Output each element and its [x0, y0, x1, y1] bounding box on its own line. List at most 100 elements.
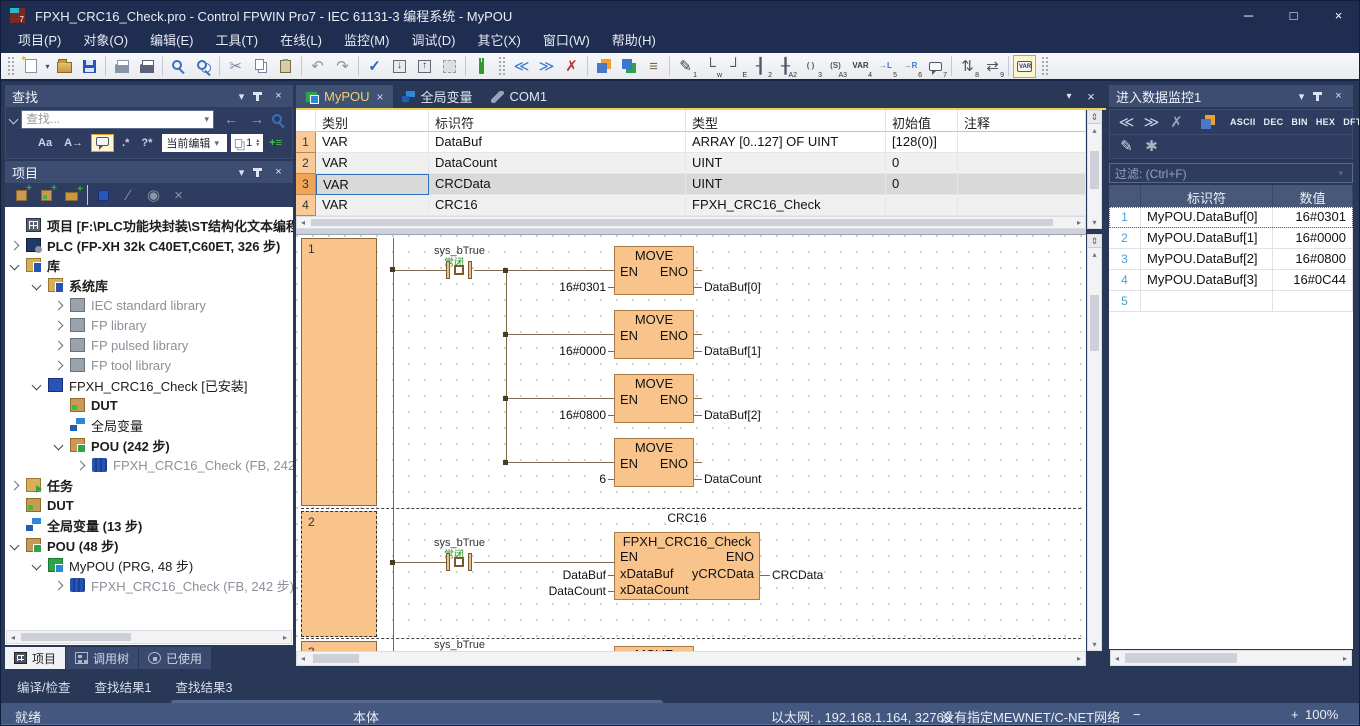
tree-lib-fpxh-fb-arrow-icon[interactable]	[76, 460, 86, 470]
comment-cell[interactable]	[958, 153, 1086, 174]
panel-menu-icon[interactable]: ▾	[234, 164, 249, 180]
close-panel-icon[interactable]: ×	[271, 164, 286, 180]
tree-dut[interactable]: DUT	[11, 495, 74, 515]
move-block-1[interactable]: MOVEENENO	[614, 246, 694, 295]
row-number[interactable]: 1	[1109, 207, 1141, 228]
select-object-icon[interactable]	[592, 55, 615, 78]
value-cell[interactable]: 16#0800	[1273, 249, 1353, 270]
var-table-horizontal-scrollbar[interactable]: ◂▸	[296, 216, 1086, 229]
network-number-1[interactable]: 1	[301, 238, 377, 506]
tab-project[interactable]: 项目	[5, 647, 65, 669]
contact-sys-btrue-3-label[interactable]: sys_bTrue	[434, 639, 485, 651]
toolbar-grip[interactable]	[1041, 56, 1048, 76]
contact-sys-btrue-1[interactable]	[454, 265, 464, 275]
search-count-stepper[interactable]: 1▲▼	[231, 134, 263, 152]
split-view-button[interactable]: ⇕	[1088, 235, 1101, 248]
close-document-icon[interactable]: ×	[1081, 85, 1101, 108]
monitor-settings-icon[interactable]: ✱	[1140, 135, 1163, 158]
split-rows-icon[interactable]: ⇅8	[956, 55, 979, 78]
write-values-icon[interactable]: ✎	[1115, 135, 1138, 158]
menu-debug[interactable]: 调试(D)	[400, 29, 466, 53]
tree-system-library-arrow-icon[interactable]	[32, 280, 42, 290]
tab-list-dropdown-icon[interactable]: ▾	[1059, 85, 1079, 108]
delete-object-icon[interactable]: ×	[167, 184, 190, 207]
scroll-left-icon[interactable]: ◂	[1111, 651, 1123, 665]
column-header-3[interactable]: 初始值	[886, 110, 958, 132]
input-variable-tool-icon[interactable]: →L5	[874, 55, 897, 78]
contact-sys-btrue-1[interactable]	[468, 261, 472, 279]
output-operand[interactable]: DataBuf[2]	[704, 408, 761, 422]
format-hex-button[interactable]: HEX	[1316, 117, 1335, 127]
find-next-icon[interactable]: →	[244, 111, 270, 127]
row-number[interactable]: 3	[1109, 249, 1141, 270]
type-cell[interactable]: UINT	[686, 153, 886, 174]
ladder-horizontal-scrollbar[interactable]: ◂▸	[296, 651, 1086, 666]
tree-iec-standard-library[interactable]: IEC standard library	[55, 295, 206, 315]
tree-tasks-arrow-icon[interactable]	[10, 480, 20, 490]
new-document-icon[interactable]	[19, 55, 42, 78]
tree-fp-tool-library[interactable]: FP tool library	[55, 355, 171, 375]
outline-list-icon[interactable]: ≡	[642, 55, 665, 78]
type-cell[interactable]: ARRAY [0..127] OF UINT	[686, 132, 886, 153]
search-input[interactable]	[22, 112, 200, 126]
column-header-2[interactable]: 类型	[686, 110, 886, 132]
var-table-vertical-scrollbar[interactable]: ⇕▴▾	[1087, 110, 1102, 229]
initial-cell[interactable]: [128(0)]	[886, 132, 958, 153]
scroll-down-icon[interactable]: ▾	[1088, 638, 1101, 650]
output-operand[interactable]: DataBuf[1]	[704, 344, 761, 358]
scroll-left-icon[interactable]: ◂	[297, 217, 309, 228]
input-operand[interactable]: 16#0000	[476, 344, 606, 358]
tree-mypou-arrow-icon[interactable]	[32, 560, 42, 570]
close-button[interactable]: ×	[1316, 1, 1360, 29]
online-plug-icon[interactable]	[470, 55, 493, 78]
output-operand[interactable]: CRCData	[772, 568, 823, 582]
tree-plc-arrow-icon[interactable]	[10, 240, 20, 250]
tab-find-results-3[interactable]: 查找结果3	[163, 678, 244, 698]
input-operand[interactable]: 16#0301	[476, 280, 606, 294]
close-panel-icon[interactable]: ×	[1331, 88, 1346, 104]
output-operand[interactable]: DataCount	[704, 472, 761, 486]
edit-tool-icon[interactable]: ✎1	[674, 55, 697, 78]
class-cell[interactable]: VAR	[316, 195, 429, 216]
format-bin-button[interactable]: BIN	[1291, 117, 1307, 127]
project-tree-horizontal-scrollbar[interactable]: ◂▸	[6, 630, 292, 644]
menu-others[interactable]: 其它(X)	[467, 29, 532, 53]
pin-icon[interactable]	[256, 92, 259, 101]
menu-window[interactable]: 窗口(W)	[532, 29, 601, 53]
tab-call-tree[interactable]: 调用树	[66, 647, 138, 669]
pin-icon[interactable]	[1316, 92, 1319, 101]
column-header-0[interactable]: 类别	[316, 110, 429, 132]
initial-cell[interactable]	[886, 195, 958, 216]
panel-menu-icon[interactable]: ▾	[1294, 88, 1309, 104]
add-to-list-icon[interactable]: +≡	[265, 135, 286, 151]
print-icon[interactable]	[135, 55, 158, 78]
network-number-2[interactable]: 2	[301, 511, 377, 637]
tree-fp-library-arrow-icon[interactable]	[54, 320, 64, 330]
value-cell[interactable]: 16#0C44	[1273, 270, 1353, 291]
open-project-icon[interactable]	[53, 55, 76, 78]
scope-dropdown-icon[interactable]: ▾	[211, 138, 224, 149]
contact-sys-btrue-1[interactable]	[446, 261, 450, 279]
scroll-thumb[interactable]	[1090, 151, 1099, 189]
clear-plc-icon[interactable]	[438, 55, 461, 78]
tree-fp-tool-library-arrow-icon[interactable]	[54, 360, 64, 370]
tree-lib-dut[interactable]: DUT	[55, 395, 118, 415]
line-tool-icon[interactable]: └w	[699, 55, 722, 78]
monitor-horizontal-scrollbar[interactable]: ◂▸	[1110, 650, 1352, 666]
minimize-button[interactable]: ─	[1226, 1, 1271, 29]
menu-project[interactable]: 项目(P)	[7, 29, 72, 53]
search-history-dropdown-icon[interactable]: ▾	[200, 114, 213, 125]
match-case-button[interactable]: Aa	[34, 135, 56, 151]
comment-cell[interactable]	[958, 174, 1086, 195]
row-number[interactable]: 4	[1109, 270, 1141, 291]
type-cell[interactable]: UINT	[686, 174, 886, 195]
menu-help[interactable]: 帮助(H)	[601, 29, 667, 53]
scroll-right-icon[interactable]: ▸	[1073, 217, 1085, 228]
paste-icon[interactable]	[274, 55, 297, 78]
search-scope-select[interactable]: 当前编辑▾	[162, 134, 227, 152]
tab-global-vars[interactable]: 全局变量	[393, 85, 482, 108]
menu-monitor[interactable]: 监控(M)	[333, 29, 401, 53]
row-number[interactable]: 4	[296, 195, 316, 216]
toolbar-grip[interactable]	[7, 56, 14, 76]
tree-mypou-fpxh-fb[interactable]: FPXH_CRC16_Check (FB, 242 步)	[55, 575, 293, 595]
